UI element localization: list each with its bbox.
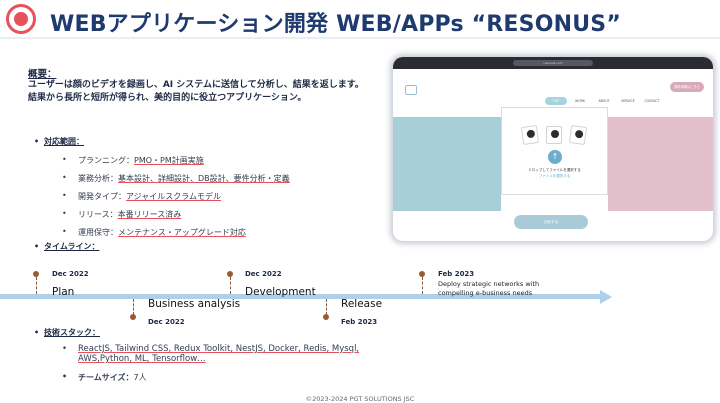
browser-chrome: resonus.com xyxy=(393,57,713,69)
milestone-description: Deploy strategic networks with compellin… xyxy=(438,280,539,298)
pick-file-text: ファイルを選択する xyxy=(538,174,571,178)
analyze-button: 分析する xyxy=(514,215,588,229)
app-screenshot: resonus.com TOP WORK ABOUT SERVICE CONTA… xyxy=(393,57,713,241)
title-divider xyxy=(0,37,720,39)
bullet-icon: • xyxy=(62,227,67,236)
milestone-date: Dec 2022 xyxy=(245,270,282,278)
team-size-value: 7人 xyxy=(133,373,147,382)
scope-item-name: リリース xyxy=(78,210,110,219)
hero-band-pink xyxy=(608,117,713,211)
milestone-date: Dec 2022 xyxy=(148,318,185,326)
scope-item-value: 基本設計、詳細設計、DB設計、要件分析・定義 xyxy=(118,174,290,183)
timeline-label: タイムライン： xyxy=(44,242,100,251)
overview-line-1: ユーザーは顔のビデオを録画し、AI システムに送信して分析し、結果を返します。 xyxy=(28,80,364,90)
nav-top: TOP xyxy=(545,97,567,105)
tech-heading: • 技術スタック： xyxy=(34,327,100,338)
tech-stack-line-1: ReactJS, Tailwind CSS, Redux Toolkit, Ne… xyxy=(78,344,360,354)
bullet-icon: • xyxy=(34,137,40,146)
team-size-item: • チームサイズ：7人 xyxy=(62,372,147,383)
timeline-arrow-icon xyxy=(600,290,612,304)
nav-contact: CONTACT xyxy=(644,99,660,103)
hero-band-blue xyxy=(393,117,501,211)
milestone-phase: Development xyxy=(245,286,316,298)
drop-text: ドロップしてファイルを選択する xyxy=(528,168,581,172)
nav-work: WORK xyxy=(575,99,585,103)
scope-item-name: 運用保守 xyxy=(78,228,110,237)
tech-label: 技術スタック： xyxy=(44,328,100,337)
nav-service: SERVICE xyxy=(621,99,635,103)
copyright-footer: ©2023-2024 PGT SOLUTIONS JSC xyxy=(305,395,415,403)
overview-line-2: 結果から長所と短所が得られ、美的目的に役立つアプリケーション。 xyxy=(28,93,307,103)
milestone-tick xyxy=(230,277,231,294)
scope-item-dev-type: • 開発タイプ：アジャイルスクラムモデル xyxy=(62,191,222,201)
scope-item-value: メンテナンス・アップグレード対応 xyxy=(118,228,246,237)
milestone-dot xyxy=(323,314,329,320)
face-photo xyxy=(546,126,562,144)
address-bar: resonus.com xyxy=(513,60,593,66)
scope-item-planning: • プランニング：PMO・PM計画実施 xyxy=(62,155,204,165)
milestone-phase: Business analysis xyxy=(148,298,241,310)
upload-card: ↑ ドロップしてファイルを選択する ファイルを選択する xyxy=(501,107,608,195)
milestone-tick xyxy=(133,299,134,315)
bullet-icon: • xyxy=(34,242,40,251)
app-navbar: TOP WORK ABOUT SERVICE CONTACT xyxy=(393,71,713,107)
face-photo xyxy=(568,124,588,146)
scope-label: 対応範囲： xyxy=(44,137,84,146)
bullet-icon: • xyxy=(62,173,67,182)
milestone-description-line: compelling e-business needs xyxy=(438,289,533,297)
scope-item-analysis: • 業務分析：基本設計、詳細設計、DB設計、要件分析・定義 xyxy=(62,173,290,183)
milestone-tick xyxy=(326,299,327,315)
milestone-phase: Release xyxy=(341,298,383,310)
app-cta-button: 無料体験はこちら xyxy=(670,82,704,92)
tech-stack-item: • ReactJS, Tailwind CSS, Redux Toolkit, … xyxy=(62,344,408,364)
team-size-label: チームサイズ： xyxy=(78,373,134,382)
scope-item-value: PMO・PM計画実施 xyxy=(134,156,204,165)
scope-item-release: • リリース：本番リリース済み xyxy=(62,209,182,219)
face-photo xyxy=(520,124,540,146)
overview-label: 概要： xyxy=(28,69,57,80)
scope-heading: • 対応範囲： xyxy=(34,136,84,147)
scope-item-name: 業務分析 xyxy=(78,174,110,183)
scope-item-name: プランニング xyxy=(78,156,126,165)
milestone-date: Feb 2023 xyxy=(341,318,378,326)
nav-about: ABOUT xyxy=(598,99,610,103)
bullet-icon: • xyxy=(62,372,68,381)
milestone-tick xyxy=(36,277,37,294)
milestone-date: Dec 2022 xyxy=(52,270,89,278)
overview-text: ユーザーは顔のビデオを録画し、AI システムに送信して分析し、結果を返します。 … xyxy=(28,79,378,105)
milestone-phase: Plan xyxy=(52,286,75,298)
upload-icon: ↑ xyxy=(548,150,562,164)
milestone-description-line: Deploy strategic networks with xyxy=(438,280,540,288)
scope-item-maintenance: • 運用保守：メンテナンス・アップグレード対応 xyxy=(62,227,246,237)
milestone-tick xyxy=(422,277,423,294)
tech-stack-line-2: AWS,Python, ML, Tensorflow… xyxy=(78,354,206,364)
bullet-icon: • xyxy=(62,344,68,354)
scope-item-value: 本番リリース済み xyxy=(117,210,182,219)
sample-faces xyxy=(520,124,588,146)
scope-item-name: 開発タイプ xyxy=(78,192,118,201)
milestone-date: Feb 2023 xyxy=(438,270,475,278)
company-logo xyxy=(6,4,36,34)
page-title: WEBアプリケーション開発 WEB/APPs “RESONUS” xyxy=(50,12,621,37)
bullet-icon: • xyxy=(62,155,67,164)
milestone-dot xyxy=(130,314,136,320)
scope-item-value: アジャイルスクラムモデル xyxy=(126,192,222,201)
timeline-heading: • タイムライン： xyxy=(34,241,99,252)
bullet-icon: • xyxy=(34,328,40,337)
app-logo-icon xyxy=(405,85,417,95)
bullet-icon: • xyxy=(62,209,67,218)
bullet-icon: • xyxy=(62,191,67,200)
